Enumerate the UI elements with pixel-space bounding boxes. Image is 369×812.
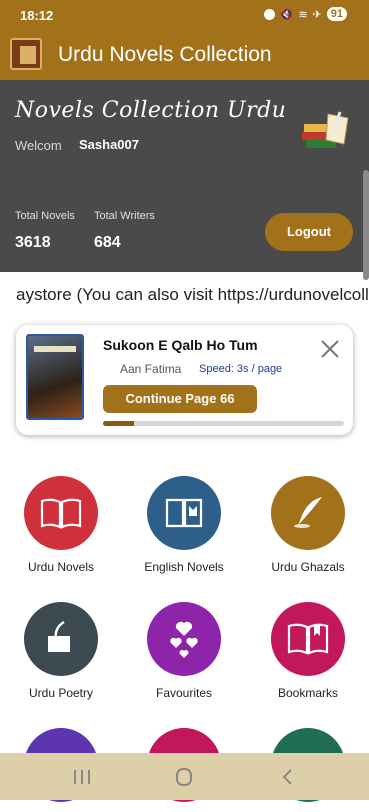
reading-progress-fill <box>103 421 135 426</box>
app-title: Urdu Novels Collection <box>58 43 272 66</box>
logout-button[interactable]: Logout <box>265 213 353 251</box>
category-tile-label: Urdu Novels <box>27 560 95 574</box>
category-tile-label: Favourites <box>155 686 213 700</box>
book-icon[interactable] <box>147 476 221 550</box>
stat-total-writers-label: Total Writers <box>94 210 155 222</box>
category-tile-favourites[interactable]: Favourites <box>129 602 239 700</box>
back-icon[interactable] <box>276 767 300 787</box>
reading-progress-bar <box>103 421 344 426</box>
welcome-label: Welcom <box>15 138 62 153</box>
bookmark-book-icon[interactable] <box>271 602 345 676</box>
book-author: Aan Fatima <box>120 362 182 376</box>
hero-panel: Novels Collection Urdu Welcom Sasha007 T… <box>0 80 369 272</box>
category-tile-label: Bookmarks <box>277 686 339 700</box>
wifi-icon: ≋ <box>298 8 308 21</box>
app-logo-icon <box>10 38 42 70</box>
category-tile-bookmarks[interactable]: Bookmarks <box>253 602 363 700</box>
close-icon[interactable] <box>319 338 341 360</box>
book-title: Sukoon E Qalb Ho Tum <box>103 337 258 353</box>
category-tile-label: Urdu Poetry <box>28 686 94 700</box>
scroll-quill-icon[interactable] <box>24 602 98 676</box>
system-nav-bar <box>0 753 369 800</box>
stat-total-novels-value: 3618 <box>15 234 51 251</box>
books-icon <box>302 111 349 148</box>
continue-reading-card[interactable]: Sukoon E Qalb Ho Tum Aan Fatima Speed: 3… <box>16 325 353 435</box>
open-book-icon[interactable] <box>24 476 98 550</box>
recent-apps-icon[interactable] <box>70 767 94 787</box>
mute-icon: 🔇 <box>279 8 294 21</box>
dnd-icon <box>263 8 275 20</box>
category-tile-label: English Novels <box>144 560 224 574</box>
category-tile-urdu-poetry[interactable]: Urdu Poetry <box>6 602 116 700</box>
book-cover-image[interactable] <box>26 334 84 420</box>
category-tile-urdu-ghazals[interactable]: Urdu Ghazals <box>253 476 363 574</box>
quill-icon[interactable] <box>271 476 345 550</box>
battery-indicator: 91 <box>326 7 347 21</box>
category-tile-english-novels[interactable]: English Novels <box>129 476 239 574</box>
airplane-icon: ✈ <box>312 8 322 21</box>
scrollbar[interactable] <box>363 170 369 280</box>
status-time: 18:12 <box>20 8 54 23</box>
username: Sasha007 <box>79 137 139 152</box>
status-bar: 18:12 🔇 ≋ ✈ 91 <box>0 0 369 30</box>
continue-reading-button[interactable]: Continue Page 66 <box>103 385 257 413</box>
stat-total-novels-label: Total Novels <box>15 210 75 222</box>
notice-marquee: aystore (You can also visit https://urdu… <box>16 285 369 304</box>
home-icon[interactable] <box>172 767 196 787</box>
hearts-icon[interactable] <box>147 602 221 676</box>
status-icons: 🔇 ≋ ✈ 91 <box>263 7 347 21</box>
category-tile-label: Urdu Ghazals <box>271 560 345 574</box>
app-bar: Urdu Novels Collection <box>0 30 369 80</box>
hero-title: Novels Collection Urdu <box>15 98 287 123</box>
category-tile-urdu-novels[interactable]: Urdu Novels <box>6 476 116 574</box>
reading-speed: Speed: 3s / page <box>199 363 283 375</box>
stat-total-writers-value: 684 <box>94 234 121 251</box>
